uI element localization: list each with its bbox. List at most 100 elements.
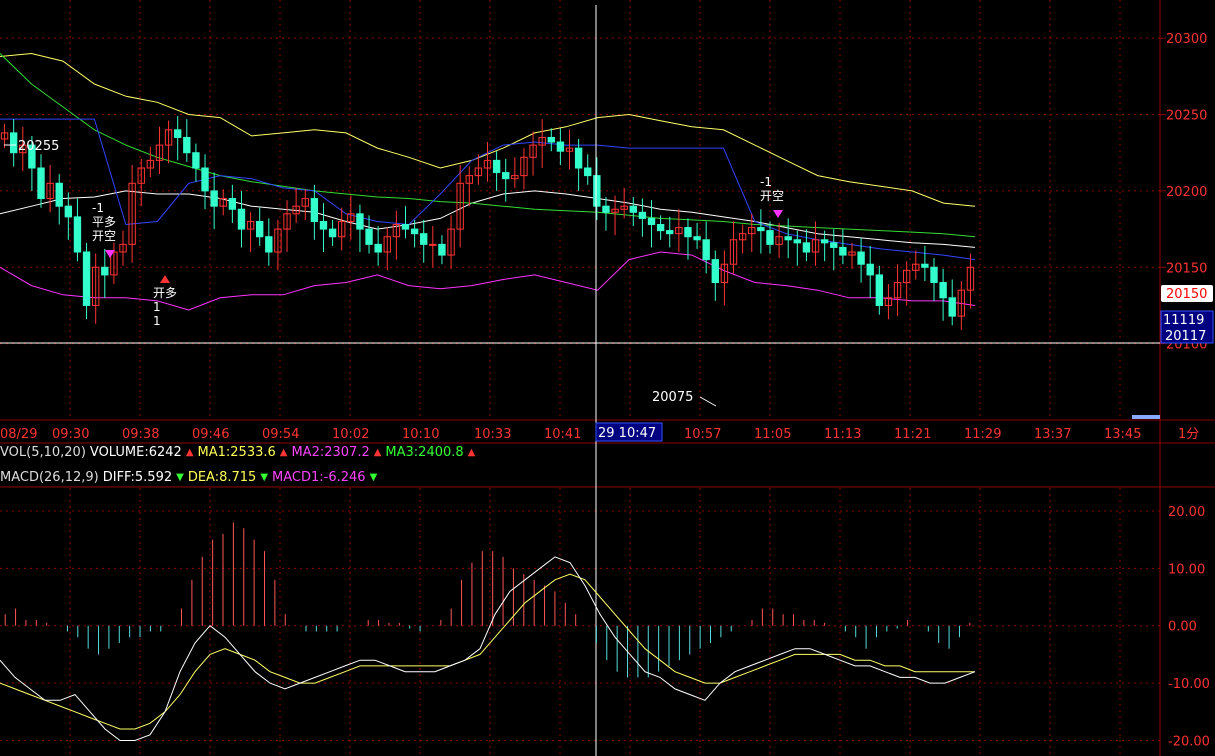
up-arrow-icon: ▲ <box>185 447 194 458</box>
candle-body <box>365 228 373 245</box>
candle-body <box>9 132 18 154</box>
x-tick-label: 09:54 <box>262 427 299 442</box>
candle-body <box>192 152 200 169</box>
up-arrow-icon: ▲ <box>373 447 382 458</box>
signal-text: 1 <box>153 300 161 314</box>
signal-text: -1 <box>760 175 772 189</box>
macd-y-tick-label: 0.00 <box>1168 620 1197 635</box>
candle-body <box>711 259 719 284</box>
x-tick-label: 10:02 <box>332 427 369 442</box>
candle-body <box>502 172 510 180</box>
candle-body <box>328 228 337 238</box>
volume-indicator-header: VOL(5,10,20) VOLUME:6242 ▲ MA1:2533.6 ▲ MA… <box>0 444 475 462</box>
candle-body <box>37 167 45 200</box>
candle-body <box>574 147 583 169</box>
candle-body <box>228 198 237 210</box>
x-tick-label: 11:21 <box>894 427 931 442</box>
candle-body <box>55 182 63 207</box>
down-arrow-icon: ▼ <box>176 472 184 483</box>
down-arrow-icon: ▼ <box>369 472 378 483</box>
candle-body <box>356 213 364 230</box>
signal-text: 平多 <box>92 215 116 229</box>
y-tick-label: 20300 <box>1166 32 1207 47</box>
up-arrow-icon: ▲ <box>279 447 288 458</box>
x-tick-label: 10:41 <box>544 427 581 442</box>
macd-y-tick-label: 20.00 <box>1168 505 1205 520</box>
candle-body <box>82 251 91 306</box>
futures-chart[interactable]: 203002025020200201502010020.0010.000.00-… <box>0 0 1215 756</box>
bollinger_lower-line <box>0 251 976 311</box>
signal-text: 开空 <box>760 189 784 203</box>
candle-body <box>784 236 792 241</box>
y-tick-label: 20250 <box>1166 109 1207 124</box>
candle-body <box>492 159 501 174</box>
bollinger_upper-line <box>0 52 976 207</box>
candle-body <box>73 216 82 253</box>
candle-body <box>666 230 674 235</box>
candle-body <box>183 136 191 154</box>
vol-ma1: MA1:2533.6 <box>197 445 276 460</box>
candle-body <box>647 217 656 226</box>
candle-body <box>429 243 437 246</box>
candle-body <box>857 251 865 265</box>
candle-body <box>638 211 647 219</box>
candle-body <box>584 167 592 177</box>
x-tick-label: 08/29 <box>0 427 37 442</box>
x-tick-label: 09:38 <box>122 427 159 442</box>
current-price-label: 20150 <box>1166 287 1207 302</box>
x-tick-label: 09:46 <box>192 427 229 442</box>
signal-text: 开多 <box>153 286 177 300</box>
candle-body <box>201 167 209 192</box>
candle-body <box>210 190 218 207</box>
candle-body <box>374 243 382 253</box>
candle-body <box>684 227 692 238</box>
macd-label: MACD(26,12,9) <box>0 470 99 485</box>
candle-body <box>820 239 829 244</box>
x-tick-label: 10:57 <box>684 427 721 442</box>
macd-diff-line <box>0 556 976 741</box>
candle-body <box>101 266 109 276</box>
candle-body <box>265 236 273 253</box>
candle-body <box>875 274 884 306</box>
macd-y-tick-label: -20.00 <box>1168 735 1210 750</box>
vol-value: VOLUME:6242 <box>89 445 182 460</box>
candle-body <box>556 141 565 152</box>
x-tick-label: 09:30 <box>52 427 89 442</box>
candle-body <box>237 208 246 230</box>
bollinger_mid-line <box>0 190 976 248</box>
candle-body <box>839 246 847 256</box>
low-marker-line <box>699 396 717 407</box>
macd-macd1: MACD1:-6.246 <box>272 470 366 485</box>
candle-body <box>547 136 555 143</box>
candle-body <box>319 220 328 230</box>
x-tick-label: 10:10 <box>402 427 439 442</box>
stop_line-line <box>0 118 976 261</box>
x-tick-label: 13:45 <box>1104 427 1141 442</box>
y-tick-label: 20200 <box>1166 185 1207 200</box>
vol-ma2: MA2:2307.2 <box>291 445 370 460</box>
macd-y-tick-label: -10.00 <box>1168 677 1210 692</box>
right-box-label: 20117 <box>1165 329 1206 344</box>
x-tick-label: 11:05 <box>754 427 791 442</box>
candle-body <box>64 205 73 218</box>
macd-dea: DEA:8.715 <box>187 470 257 485</box>
buy-signal-arrow-icon <box>160 275 170 283</box>
x-tick-label: 13:37 <box>1034 427 1071 442</box>
candle-body <box>948 297 956 317</box>
y-tick-label: 20150 <box>1166 261 1207 276</box>
candle-body <box>793 239 802 244</box>
signal-text: 1 <box>153 314 161 328</box>
signal-text: -1 <box>92 201 104 215</box>
macd-dea-line <box>0 573 975 730</box>
period-label: 1分 <box>1178 427 1199 442</box>
candle-body <box>602 205 610 213</box>
candle-body <box>420 233 428 245</box>
candle-body <box>757 227 765 232</box>
candle-body <box>256 220 264 238</box>
candle-body <box>930 266 938 284</box>
candle-body <box>866 263 874 276</box>
candle-body <box>593 175 601 207</box>
candle-body <box>173 129 182 138</box>
candle-body <box>766 230 774 245</box>
macd-y-tick-label: 10.00 <box>1168 562 1205 577</box>
